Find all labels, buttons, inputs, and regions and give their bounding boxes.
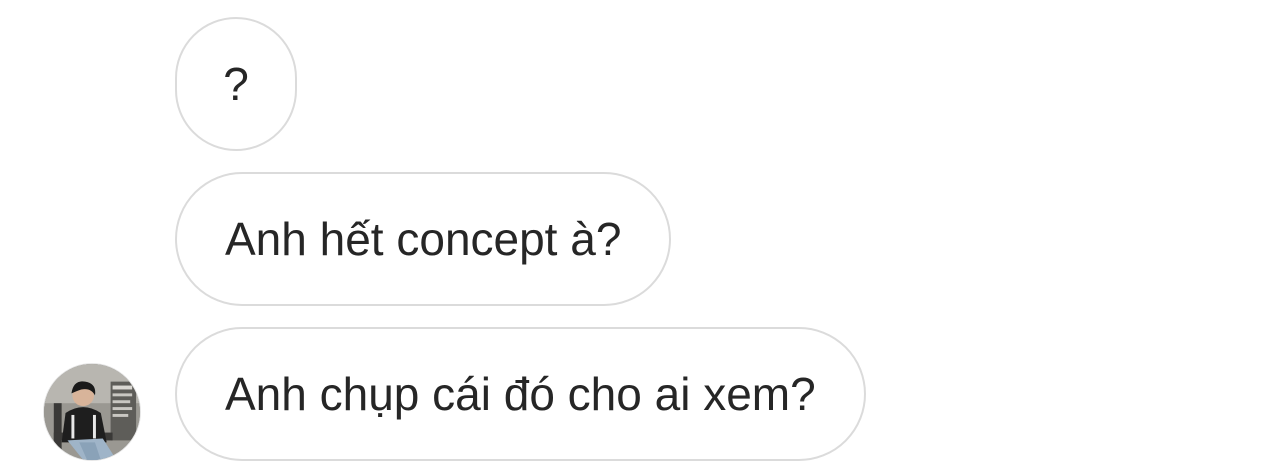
message-bubble[interactable]: Anh chụp cái đó cho ai xem? <box>175 327 866 461</box>
message-thread: ? Anh hết concept à? Anh chụp cái đó cho… <box>0 0 1284 474</box>
message-text: Anh chụp cái đó cho ai xem? <box>225 368 816 420</box>
sender-avatar[interactable] <box>43 363 141 461</box>
message-text: Anh hết concept à? <box>225 213 622 265</box>
message-bubble[interactable]: Anh hết concept à? <box>175 172 672 306</box>
message-bubble[interactable]: ? <box>175 17 297 151</box>
message-text: ? <box>223 58 249 110</box>
profile-photo-icon <box>44 364 140 460</box>
